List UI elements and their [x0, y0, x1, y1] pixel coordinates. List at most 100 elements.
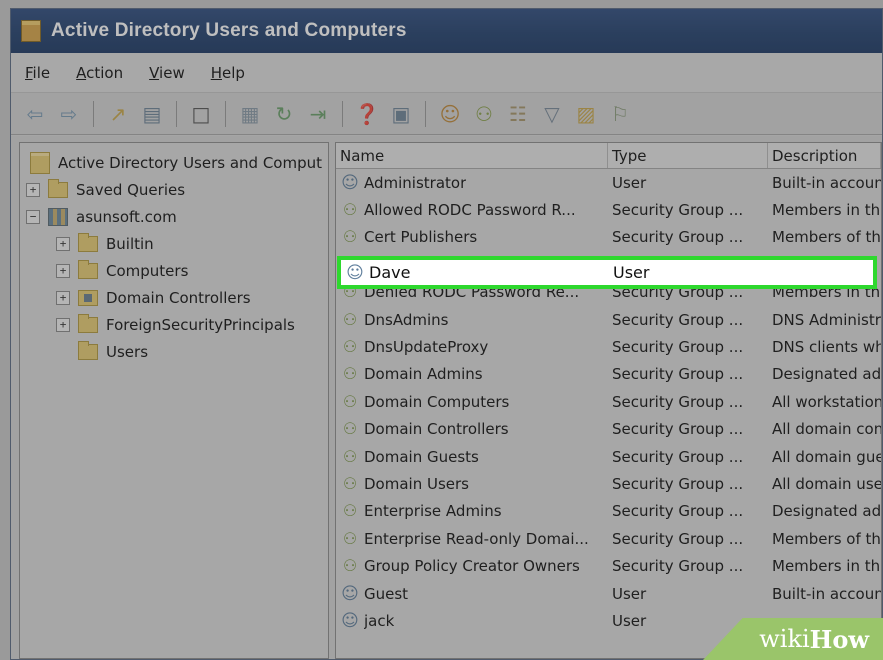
table-row[interactable]: ⚇ Domain Computers Security Group ... All w…: [336, 388, 881, 415]
show-console-tree-icon[interactable]: ▤: [138, 100, 166, 128]
expand-icon[interactable]: +: [56, 236, 70, 251]
description-cell: All domain user: [772, 474, 881, 493]
table-row[interactable]: ⚇ Domain Guests Security Group ... All doma…: [336, 443, 881, 470]
column-header-type[interactable]: Type: [608, 143, 768, 168]
menu-file[interactable]: File: [25, 64, 50, 82]
window-title: Active Directory Users and Computers: [51, 20, 407, 41]
tree-root-label: Active Directory Users and Comput: [58, 153, 323, 172]
add-to-group-icon[interactable]: ▨: [572, 100, 600, 128]
name-cell: ⚇ Cert Publishers: [336, 224, 608, 251]
name-cell: ⚇ Domain Users: [336, 470, 608, 497]
export-list-icon[interactable]: ⇥: [304, 100, 332, 128]
name-cell: ⚇ Domain Computers: [336, 388, 608, 415]
name-cell: ⚇ Domain Controllers: [336, 416, 608, 443]
properties-icon[interactable]: ▦: [236, 100, 264, 128]
type-cell: Security Group ...: [612, 474, 744, 493]
table-row[interactable]: ⚇ Group Policy Creator Owners Security Gro…: [336, 552, 881, 579]
type-cell: Security Group ...: [612, 310, 744, 329]
row-name: Guest: [364, 584, 409, 603]
collapse-icon[interactable]: −: [26, 209, 40, 224]
refresh-icon[interactable]: ↻: [270, 100, 298, 128]
highlighted-row-dave[interactable]: ☺ Dave User: [337, 256, 877, 289]
title-bar[interactable]: Active Directory Users and Computers: [11, 9, 882, 53]
menu-view-label: iew: [159, 63, 185, 82]
table-row[interactable]: ⚇ Enterprise Read-only Domai... Security G…: [336, 525, 881, 552]
tree-item-saved-queries[interactable]: + Saved Queries: [20, 176, 328, 203]
expand-icon[interactable]: +: [26, 182, 40, 197]
console-tree[interactable]: Active Directory Users and Comput + Save…: [19, 142, 329, 659]
menu-help[interactable]: Help: [211, 64, 245, 82]
folder-icon: [78, 313, 98, 333]
table-row[interactable]: ⚇ Domain Admins Security Group ... Designat…: [336, 361, 881, 388]
table-row[interactable]: ⚇ DnsAdmins Security Group ... DNS Administ…: [336, 306, 881, 333]
tree-item-users[interactable]: Users: [20, 338, 328, 365]
row-name: DnsUpdateProxy: [364, 338, 489, 357]
group-icon: ⚇: [342, 309, 358, 329]
group-icon: ⚇: [342, 337, 358, 357]
new-user-icon[interactable]: ☺: [436, 100, 464, 128]
menu-action-key: A: [76, 63, 87, 82]
menu-help-key: H: [210, 63, 222, 82]
back-arrow-icon[interactable]: ⇦: [21, 100, 49, 128]
watermark-wiki: wiki: [759, 625, 810, 653]
row-name: DnsAdmins: [364, 310, 449, 329]
column-header-name[interactable]: Name: [336, 143, 608, 168]
new-ou-icon[interactable]: ☷: [504, 100, 532, 128]
name-cell: ☺ jack: [336, 607, 608, 634]
tree-item-domain-controllers[interactable]: + Domain Controllers: [20, 284, 328, 311]
table-row[interactable]: ⚇ Domain Controllers Security Group ... All…: [336, 416, 881, 443]
column-header-description[interactable]: Description: [768, 143, 881, 168]
expand-icon[interactable]: +: [56, 290, 70, 305]
description-cell: Members of this: [772, 529, 881, 548]
table-row[interactable]: ⚇ Domain Users Security Group ... All domai…: [336, 470, 881, 497]
help-icon[interactable]: ❓: [353, 100, 381, 128]
tree-item-computers[interactable]: + Computers: [20, 257, 328, 284]
details-list[interactable]: Name Type Description ☺ Administrator User…: [335, 142, 882, 659]
highlighted-name-cell: ☺ Dave: [341, 263, 609, 283]
menu-action[interactable]: Action: [76, 64, 123, 82]
toolbar-separator: [425, 100, 426, 127]
row-name: Domain Guests: [364, 447, 479, 466]
table-row[interactable]: ⚇ Allowed RODC Password R... Security Grou…: [336, 196, 881, 223]
table-row[interactable]: ☺ Administrator User Built-in account: [336, 169, 881, 196]
row-name: Domain Computers: [364, 392, 510, 411]
group-icon: ⚇: [342, 528, 358, 548]
tree-item-foreign-security-principals[interactable]: + ForeignSecurityPrincipals: [20, 311, 328, 338]
new-group-icon[interactable]: ⚇: [470, 100, 498, 128]
description-cell: DNS Administra: [772, 310, 881, 329]
row-name: Group Policy Creator Owners: [364, 557, 580, 576]
type-cell: User: [612, 584, 647, 603]
tree-item-label: Users: [106, 342, 149, 361]
table-row[interactable]: ⚇ DnsUpdateProxy Security Group ... DNS cli…: [336, 333, 881, 360]
description-cell: All workstations: [772, 392, 881, 411]
table-row[interactable]: ☺ Guest User Built-in account: [336, 580, 881, 607]
type-cell: Security Group ...: [612, 420, 744, 439]
up-folder-icon[interactable]: ↗: [104, 100, 132, 128]
tree-item-asunsoft[interactable]: − asunsoft.com: [20, 203, 328, 230]
description-cell: DNS clients who: [772, 338, 881, 357]
name-cell: ⚇ DnsAdmins: [336, 306, 608, 333]
expand-icon[interactable]: +: [56, 317, 70, 332]
type-cell: Security Group ...: [612, 447, 744, 466]
tree-root[interactable]: Active Directory Users and Comput: [20, 149, 328, 176]
table-row[interactable]: ⚇ Cert Publishers Security Group ... Member…: [336, 224, 881, 251]
menu-file-key: F: [25, 63, 33, 82]
filter-icon[interactable]: ▽: [538, 100, 566, 128]
group-icon: ⚇: [342, 227, 358, 247]
group-icon: ⚇: [342, 446, 358, 466]
menu-bar: File Action View Help: [11, 53, 882, 93]
table-row[interactable]: ⚇ Enterprise Admins Security Group ... Desi…: [336, 498, 881, 525]
show-action-pane-icon[interactable]: ▣: [387, 100, 415, 128]
forward-arrow-icon[interactable]: ⇨: [55, 100, 83, 128]
clipboard-icon[interactable]: □: [187, 100, 215, 128]
toolbar-separator: [225, 100, 226, 127]
expand-icon[interactable]: +: [56, 263, 70, 278]
menu-view[interactable]: View: [149, 64, 185, 82]
type-cell: Security Group ...: [612, 502, 744, 521]
description-cell: Designated adm: [772, 502, 881, 521]
find-users-icon[interactable]: ⚐: [606, 100, 634, 128]
type-cell: Security Group ...: [612, 392, 744, 411]
description-cell: Designated adm: [772, 365, 881, 384]
tree-item-builtin[interactable]: + Builtin: [20, 230, 328, 257]
tree-item-label: Saved Queries: [76, 180, 186, 199]
